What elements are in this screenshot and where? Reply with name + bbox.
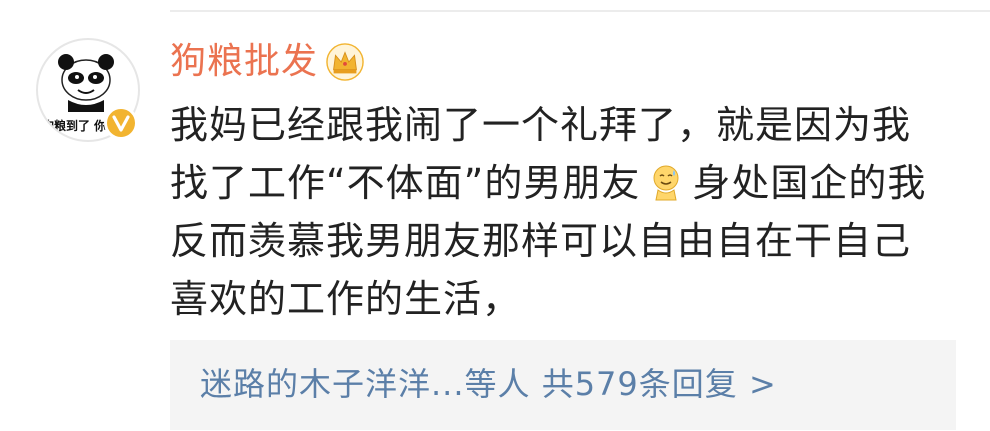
comment-line-2-text: 找了工作“不体面”的男朋友 — [170, 161, 641, 205]
crown-icon — [326, 43, 364, 81]
reply-summary-box[interactable]: 迷路的木子洋洋...等人 共579条回复 > — [170, 340, 956, 430]
sweat-smile-emoji-icon — [653, 165, 679, 201]
comment-body: 我妈已经跟我闹了一个礼拜了，就是因为我 找了工作“不体面”的男朋友 身处国企的我… — [170, 96, 960, 328]
username-row: 狗粮批发 — [170, 40, 364, 84]
verified-v-icon — [104, 106, 138, 140]
comment-line-1: 我妈已经跟我闹了一个礼拜了，就是因为我 — [170, 103, 912, 147]
view-replies-link[interactable]: 迷路的木子洋洋...等人 共579条回复 > — [200, 364, 777, 404]
user-avatar[interactable]: 狗粮到了 你 — [36, 38, 140, 142]
comment-line-2: 找了工作“不体面”的男朋友 身处国企的我 — [170, 154, 960, 212]
comment-line-2-tail: 身处国企的我 — [692, 161, 927, 205]
avatar-caption: 狗粮到了 你 — [42, 119, 106, 133]
comment-line-4: 喜欢的工作的生活， — [170, 277, 522, 321]
top-divider — [170, 10, 990, 12]
username-link[interactable]: 狗粮批发 — [170, 40, 318, 84]
comment-line-3: 反而羡慕我男朋友那样可以自由自在干自己 — [170, 219, 912, 263]
